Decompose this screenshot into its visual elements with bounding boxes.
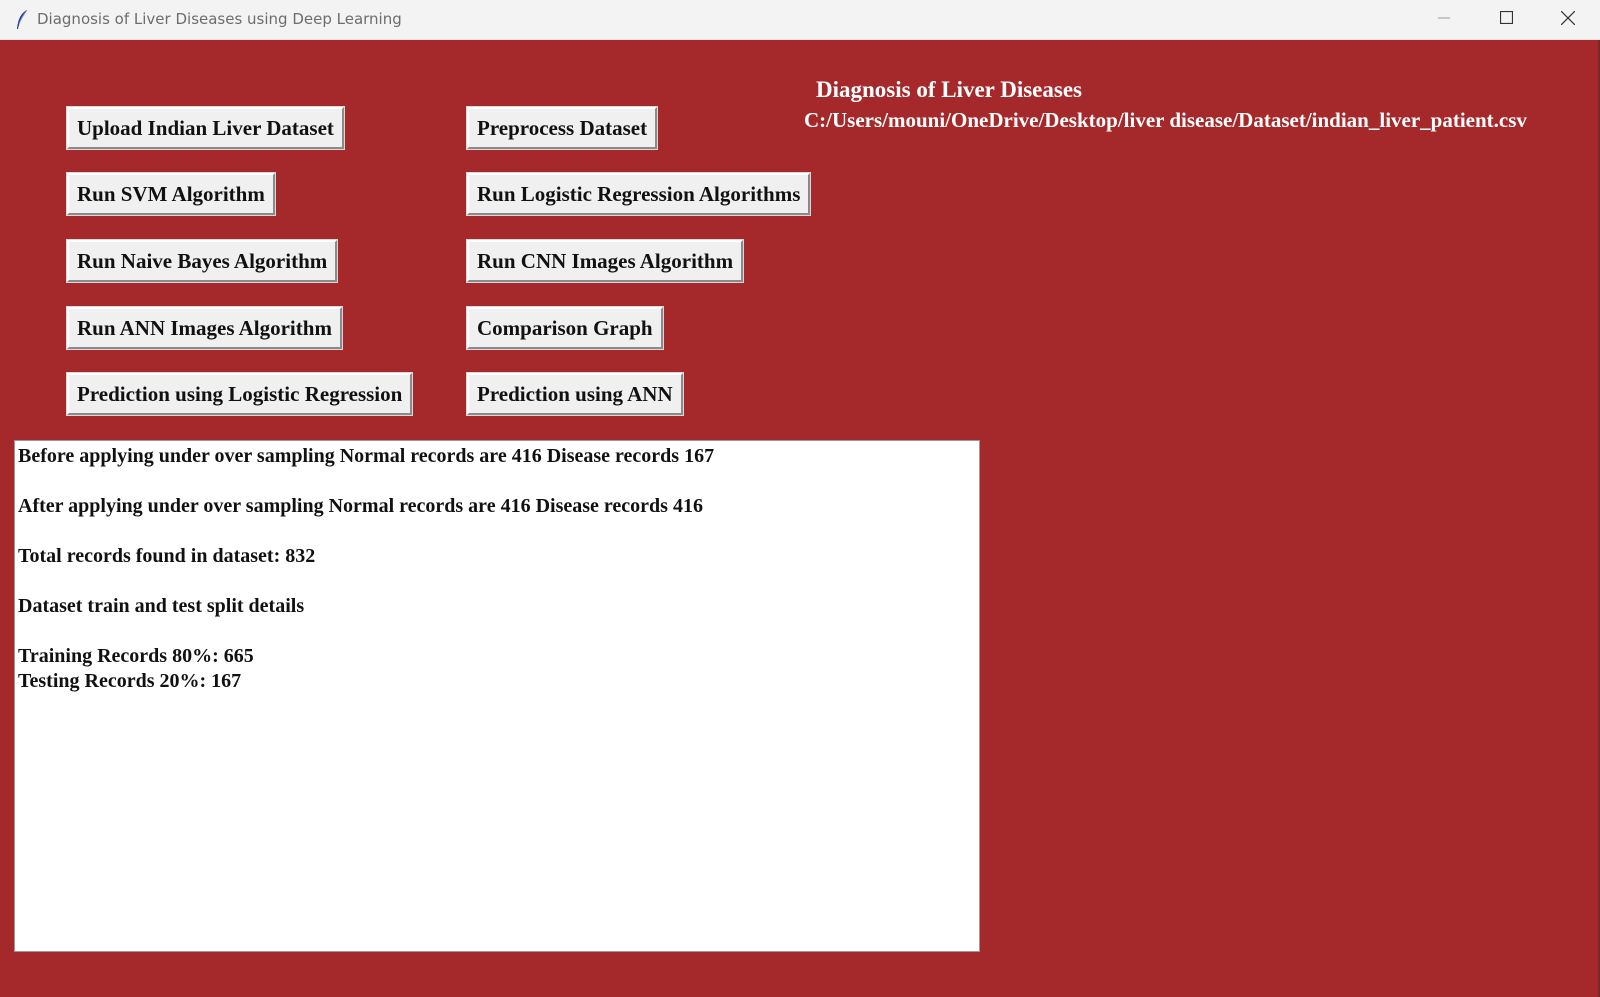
output-line: Before applying under over sampling Norm… (18, 445, 715, 467)
output-line: Dataset train and test split details (18, 595, 305, 617)
close-button[interactable] (1538, 0, 1598, 40)
window-title: Diagnosis of Liver Diseases using Deep L… (37, 10, 402, 28)
output-line: Testing Records 20%: 167 (18, 670, 242, 692)
run-ann-button[interactable]: Run ANN Images Algorithm (66, 306, 343, 350)
output-line: Total records found in dataset: 832 (18, 545, 316, 567)
minimize-icon (1438, 11, 1450, 29)
run-logistic-regression-button[interactable]: Run Logistic Regression Algorithms (465, 172, 812, 216)
maximize-button[interactable] (1476, 0, 1536, 40)
predict-logistic-regression-button[interactable]: Prediction using Logistic Regression (65, 372, 414, 416)
minimize-button[interactable] (1414, 0, 1474, 40)
output-line: Training Records 80%: 665 (18, 645, 254, 667)
predict-ann-button[interactable]: Prediction using ANN (466, 372, 684, 416)
run-svm-button[interactable]: Run SVM Algorithm (66, 172, 276, 216)
maximize-icon (1499, 10, 1513, 29)
app-window: Diagnosis of Liver Diseases using Deep L… (0, 0, 1600, 997)
run-cnn-button[interactable]: Run CNN Images Algorithm (465, 239, 745, 283)
output-line: After applying under over sampling Norma… (18, 495, 703, 517)
title-bar[interactable]: Diagnosis of Liver Diseases using Deep L… (0, 0, 1600, 40)
preprocess-dataset-button[interactable]: Preprocess Dataset (465, 106, 659, 150)
run-naive-bayes-button[interactable]: Run Naive Bayes Algorithm (65, 239, 339, 283)
page-title: Diagnosis of Liver Diseases (816, 77, 1082, 102)
output-textarea[interactable]: Before applying under over sampling Norm… (14, 440, 980, 952)
comparison-graph-button[interactable]: Comparison Graph (466, 306, 664, 350)
close-icon (1560, 10, 1576, 30)
upload-dataset-button[interactable]: Upload Indian Liver Dataset (66, 106, 345, 150)
feather-icon (14, 9, 30, 31)
dataset-path-label: C:/Users/mouni/OneDrive/Desktop/liver di… (804, 108, 1527, 132)
